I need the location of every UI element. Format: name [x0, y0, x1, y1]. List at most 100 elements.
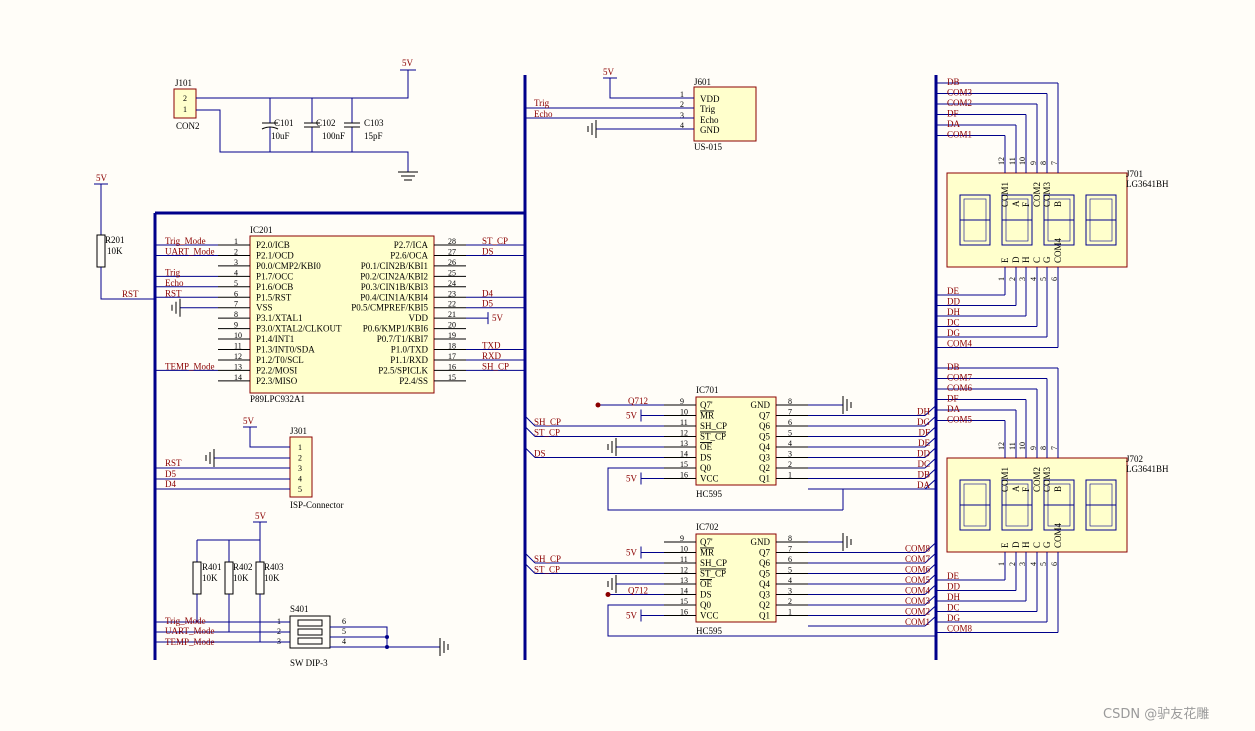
- pin-number: 5: [788, 429, 792, 438]
- pin-name: P2.3/MISO: [256, 376, 298, 386]
- net-label: DC: [947, 318, 960, 328]
- pin-number: 1: [997, 277, 1006, 281]
- pin-number: 10: [680, 408, 688, 417]
- svg-text:D5: D5: [165, 469, 176, 479]
- segment-label: G: [1042, 541, 1052, 548]
- svg-text:10K: 10K: [107, 246, 123, 256]
- segment-label: D: [1011, 256, 1021, 263]
- pin-number: 8: [788, 534, 792, 543]
- pin-number: 27: [448, 247, 456, 256]
- pin-number: 10: [680, 545, 688, 554]
- pin-number: 13: [234, 362, 242, 371]
- net-label: UART_Mode: [165, 246, 214, 256]
- svg-text:VDD: VDD: [700, 94, 720, 104]
- display-ref: J702: [1126, 454, 1143, 464]
- net-label: Trig_Mode: [165, 236, 206, 246]
- pin-name: P1.5/RST: [256, 292, 292, 302]
- j301-pin: 5: [298, 485, 302, 494]
- pin-number: 16: [680, 608, 688, 617]
- ic201-mcu: IC201 P89LPC932A1 1 P2.0/ICB Trig_Mode 2 P2.…: [155, 225, 525, 404]
- pin-name: VCC: [700, 611, 719, 621]
- pin-number: 4: [788, 576, 792, 585]
- svg-text:P89LPC932A1: P89LPC932A1: [250, 394, 305, 404]
- net-label: RST: [165, 288, 182, 298]
- pin-number: 3: [1018, 277, 1027, 281]
- pin-number: 5: [788, 566, 792, 575]
- svg-text:3: 3: [680, 111, 684, 120]
- pin-number: 8: [234, 310, 238, 319]
- pin-number: 5: [1039, 277, 1048, 281]
- net-label: DE: [947, 571, 959, 581]
- svg-text:15pF: 15pF: [364, 131, 383, 141]
- net-label: SH_CP: [482, 361, 509, 371]
- pin-name: P0.4/CIN1A/KBI4: [360, 292, 428, 302]
- svg-text:6: 6: [342, 617, 346, 626]
- svg-text:RST: RST: [165, 458, 182, 468]
- pin-number: 8: [1039, 446, 1048, 450]
- pin-name: Q7: [759, 411, 770, 421]
- segment-label: B: [1053, 486, 1063, 492]
- pin-name: VDD: [409, 313, 429, 323]
- svg-text:Echo: Echo: [534, 109, 553, 119]
- pin-number: 14: [680, 450, 688, 459]
- pin-number: 16: [448, 362, 456, 371]
- j702-7seg-display: J702LG3641BH12COM111A10F9COM28COM37BDBCO…: [936, 362, 1169, 634]
- svg-text:J601: J601: [694, 77, 711, 87]
- pin-name: ST_CP: [700, 432, 726, 442]
- pin-number: 22: [448, 300, 456, 309]
- net-label: DG: [947, 613, 960, 623]
- j101-connector: J101 CON2 2 1: [173, 78, 200, 131]
- pin-name: P0.6/KMP1/KBI6: [363, 324, 429, 334]
- j101-value: CON2: [176, 121, 200, 131]
- pin-name: P1.4/INT1: [256, 334, 294, 344]
- j301-pin: 3: [298, 464, 302, 473]
- pin-number: 15: [448, 373, 456, 382]
- net-label: DE: [918, 438, 930, 448]
- svg-text:GND: GND: [700, 125, 720, 135]
- segment-label: H: [1021, 541, 1031, 548]
- svg-text:C101: C101: [274, 118, 294, 128]
- pin-name: VCC: [700, 474, 719, 484]
- segment-label: E: [1000, 542, 1010, 548]
- net-label: 5V: [626, 548, 638, 558]
- net-label: COM4: [905, 586, 931, 596]
- pin-name: Q6: [759, 558, 770, 568]
- net-label: SH_CP: [534, 417, 561, 427]
- net-label: ST_CP: [534, 428, 560, 438]
- svg-text:R402: R402: [233, 562, 253, 572]
- pin-name: MR: [700, 411, 714, 421]
- segment-label: A: [1011, 485, 1021, 492]
- segment-label: D: [1011, 541, 1021, 548]
- svg-text:Trig: Trig: [534, 98, 550, 108]
- segment-label: E: [1000, 257, 1010, 263]
- pin-name: P1.2/T0/SCL: [256, 355, 304, 365]
- segment-label: COM1: [1000, 182, 1010, 207]
- pin-number: 3: [1018, 562, 1027, 566]
- resistor-r402: R40210K: [224, 540, 253, 632]
- ic201-pin: 21 VDD 5V: [409, 310, 504, 325]
- net-label: DH: [917, 407, 930, 417]
- net-label: DC: [947, 603, 960, 613]
- net-label: D5: [482, 299, 493, 309]
- pin-number: 11: [680, 418, 688, 427]
- net-label: COM3: [905, 596, 931, 606]
- pin-name: P2.5/SPICLK: [378, 365, 428, 375]
- display-ref: J701: [1126, 169, 1143, 179]
- net-label: COM8: [947, 624, 973, 634]
- net-label: SH_CP: [534, 554, 561, 564]
- pin-name: P0.1/CIN2B/KBI1: [361, 261, 428, 271]
- pin-number: 8: [788, 397, 792, 406]
- net-label: DD: [917, 449, 930, 459]
- pin-name: P1.1/RXD: [390, 355, 428, 365]
- pin-name: Q3: [759, 453, 770, 463]
- pin-number: 4: [1029, 277, 1038, 281]
- pin-number: 7: [234, 300, 238, 309]
- pin-number: 12: [997, 157, 1006, 165]
- segment-label: F: [1021, 202, 1031, 207]
- net-label: DE: [947, 286, 959, 296]
- net-label: DA: [947, 119, 960, 129]
- pin-number: 6: [1050, 562, 1059, 566]
- pin-name: P0.2/CIN2A/KBI2: [360, 271, 428, 281]
- svg-text:ISP-Connector: ISP-Connector: [290, 500, 344, 510]
- segment-label: COM4: [1053, 237, 1063, 263]
